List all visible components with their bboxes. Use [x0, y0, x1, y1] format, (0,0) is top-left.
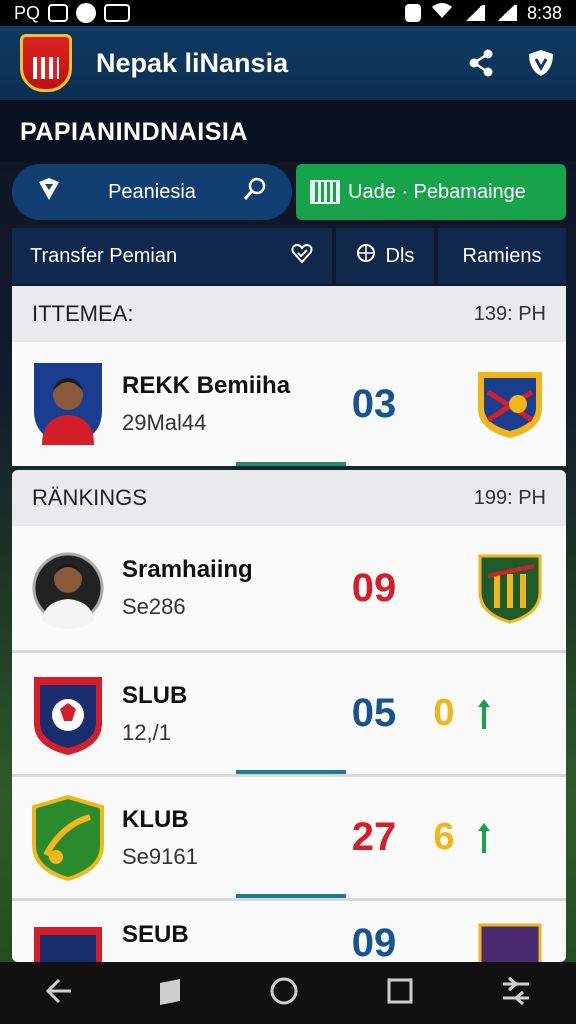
card-header-time: 199: PH [473, 486, 546, 509]
gallery-icon [48, 4, 69, 22]
app-bar: Nepak liNansia [0, 26, 576, 100]
club-logo-icon [20, 34, 72, 92]
card-header-title: ITTEMEA: [32, 301, 134, 326]
status-bar: PQ 8:38 [0, 0, 576, 26]
card-header: ITTEMEA: 139: PH [12, 286, 566, 342]
calculator-icon [310, 180, 340, 204]
shield-icon[interactable] [526, 48, 556, 78]
card-header: RÄNKINGS 199: PH [12, 470, 566, 526]
back-icon[interactable] [43, 976, 73, 1011]
club-name: SEUB [122, 921, 189, 948]
home-icon[interactable] [268, 975, 300, 1012]
signal-icon-2 [494, 5, 517, 21]
recents-icon[interactable] [386, 977, 414, 1010]
list-item[interactable]: Sramhaiing Se286 09 [12, 526, 566, 650]
club-subtitle: 12,/1 [122, 719, 171, 745]
club-crest-icon [478, 554, 542, 624]
featured-card: ITTEMEA: 139: PH REKK Bemiiha 29Mal44 03 [12, 286, 566, 466]
club-subtitle: Se286 [122, 594, 186, 619]
signal-icon [462, 5, 485, 21]
score: 05 [351, 691, 397, 735]
score: 09 [351, 921, 397, 962]
player-name: REKK Bemiiha [122, 372, 291, 399]
list-item[interactable]: KLUB Se9161 27 6 [12, 774, 566, 898]
club-subtitle: Se9161 [122, 843, 198, 869]
search-icon[interactable] [242, 176, 268, 208]
card-header-time: 139: PH [473, 302, 546, 325]
row-indicator [236, 462, 346, 466]
club-badge-icon [34, 927, 102, 962]
club-crest-icon [478, 923, 542, 962]
extra-value: 0 [433, 692, 455, 734]
diamond-icon [36, 176, 62, 208]
flag-icon[interactable] [158, 977, 182, 1010]
club-name: SLUB [122, 681, 188, 709]
player-avatar-icon [32, 552, 104, 629]
notification-icon [76, 3, 97, 23]
status-time: 8:38 [526, 2, 562, 23]
list-item[interactable]: SLUB 12,/1 05 0 [12, 650, 566, 774]
heart-check-icon [290, 241, 314, 271]
club-crest-icon [478, 372, 542, 438]
club-name: Sramhaiing [122, 556, 253, 583]
tab-dls-label: Dls [385, 244, 415, 267]
club-badge-icon [34, 676, 102, 755]
score: 03 [351, 381, 397, 426]
app-notification-icon [104, 4, 131, 22]
score: 27 [351, 815, 397, 859]
tab-rankings[interactable]: Ramiens [438, 228, 566, 284]
extra-value: 6 [433, 816, 455, 858]
list-item[interactable]: SEUB 09 [12, 898, 566, 962]
search-pill-label: Peaniesia [108, 180, 196, 203]
tab-row: Transfer Pemian Dls Ramiens [12, 228, 566, 284]
search-pill-button[interactable]: Peaniesia [12, 164, 292, 220]
update-button-label: Uade · Pebamainge [348, 180, 526, 203]
trend-arrows-icon [474, 802, 546, 874]
update-button[interactable]: Uade · Pebamainge [296, 164, 566, 220]
status-left-text: PQ [14, 2, 41, 23]
score: 09 [351, 565, 397, 610]
system-nav-bar [0, 962, 576, 1024]
tab-dls[interactable]: Dls [336, 228, 434, 284]
ball-icon [356, 243, 376, 269]
accessibility-icon[interactable] [499, 976, 533, 1011]
section-title: PAPIANINDNAISIA [20, 118, 248, 146]
trend-arrows-icon [474, 678, 546, 750]
rankings-card: RÄNKINGS 199: PH Sramhaiing Se286 09 SLU… [12, 470, 566, 962]
section-title-bar: PAPIANINDNAISIA [0, 100, 576, 162]
wifi-icon [431, 2, 453, 25]
club-name: KLUB [122, 805, 189, 833]
player-subtitle: 29Mal44 [122, 410, 207, 435]
player-avatar-icon [34, 363, 102, 445]
list-item[interactable]: REKK Bemiiha 29Mal44 03 [12, 342, 566, 466]
card-header-title: RÄNKINGS [32, 485, 147, 510]
club-badge-icon [32, 794, 104, 881]
vibrate-icon [404, 4, 421, 22]
share-icon[interactable] [466, 48, 496, 78]
tab-rankings-label: Ramiens [462, 244, 542, 267]
tab-transfer-label: Transfer Pemian [30, 244, 178, 267]
app-title: Nepak liNansia [96, 47, 289, 78]
tab-transfer[interactable]: Transfer Pemian [12, 228, 332, 284]
